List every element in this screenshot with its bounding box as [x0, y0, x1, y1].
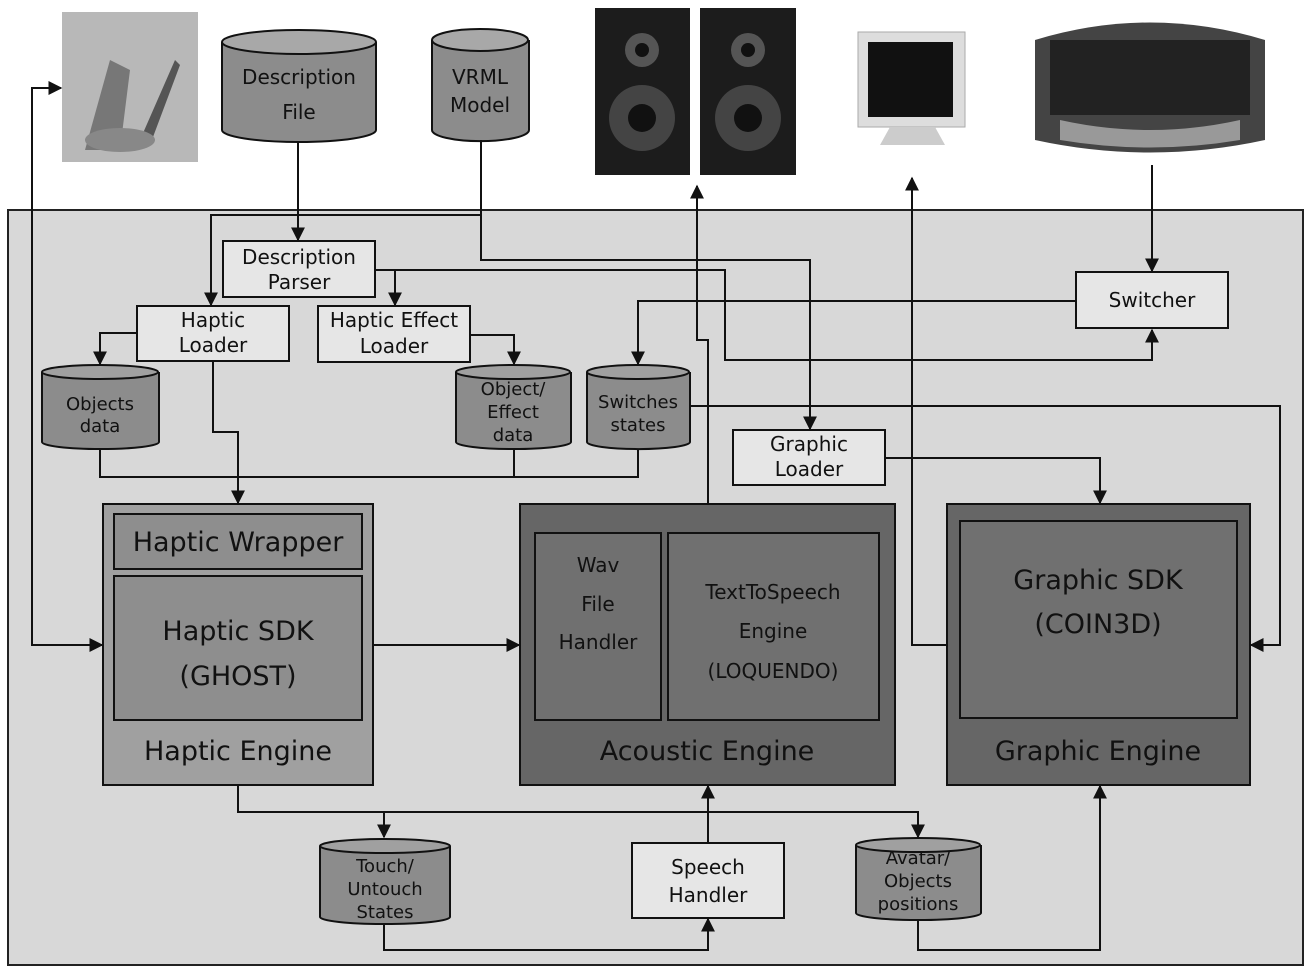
architecture-diagram: Description File VRML Model Description … — [7, 8, 1304, 966]
acoustic-engine: Wav File Handler TextToSpeech Engine (LOQUEN… — [519, 503, 896, 786]
speakers-image — [595, 8, 796, 175]
monitor-image — [857, 31, 966, 145]
haptic-engine: Haptic Wrapper Haptic SDK (GHOST) Haptic … — [102, 503, 374, 786]
description-file-store: Description File — [221, 29, 377, 143]
objects-data-store: Objects data — [41, 364, 160, 451]
keyboard-image — [1035, 22, 1265, 153]
speech-handler: Speech Handler — [631, 842, 785, 919]
graphic-engine: Graphic SDK (COIN3D) Graphic Engine — [946, 503, 1251, 786]
avatar-positions-store: Avatar/Objects positions — [855, 837, 982, 922]
svg-text:Touch/UntouchStates: Touch/Untouch States — [347, 856, 422, 923]
description-parser: Description Parser — [222, 240, 376, 298]
haptic-effect-loader: Haptic Effect Loader — [317, 305, 471, 363]
svg-text:Graphic Engine: Graphic Engine — [995, 736, 1201, 767]
svg-text:HapticLoader: Haptic Loader — [179, 308, 248, 357]
touch-states-store: Touch/Untouch States — [319, 838, 451, 925]
haptic-loader: Haptic Loader — [136, 305, 290, 362]
switches-states-store: Switches states — [586, 364, 691, 451]
svg-text:GraphicLoader: Graphic Loader — [770, 432, 848, 481]
svg-text:Avatar/Objectspositions: Avatar/Objects positions — [878, 848, 959, 915]
graphic-loader: Graphic Loader — [732, 429, 886, 486]
svg-text:Haptic Engine: Haptic Engine — [144, 736, 332, 767]
svg-text:Haptic Wrapper: Haptic Wrapper — [133, 527, 345, 558]
haptic-device-image — [62, 12, 198, 162]
switcher: Switcher — [1075, 271, 1229, 329]
svg-text:Acoustic Engine: Acoustic Engine — [600, 736, 815, 767]
svg-text:Switcher: Switcher — [1109, 288, 1196, 312]
object-effect-data-store: Object/Effect data — [455, 364, 572, 451]
vrml-model-store: VRML Model — [431, 28, 530, 143]
haptic-sdk — [113, 575, 363, 721]
